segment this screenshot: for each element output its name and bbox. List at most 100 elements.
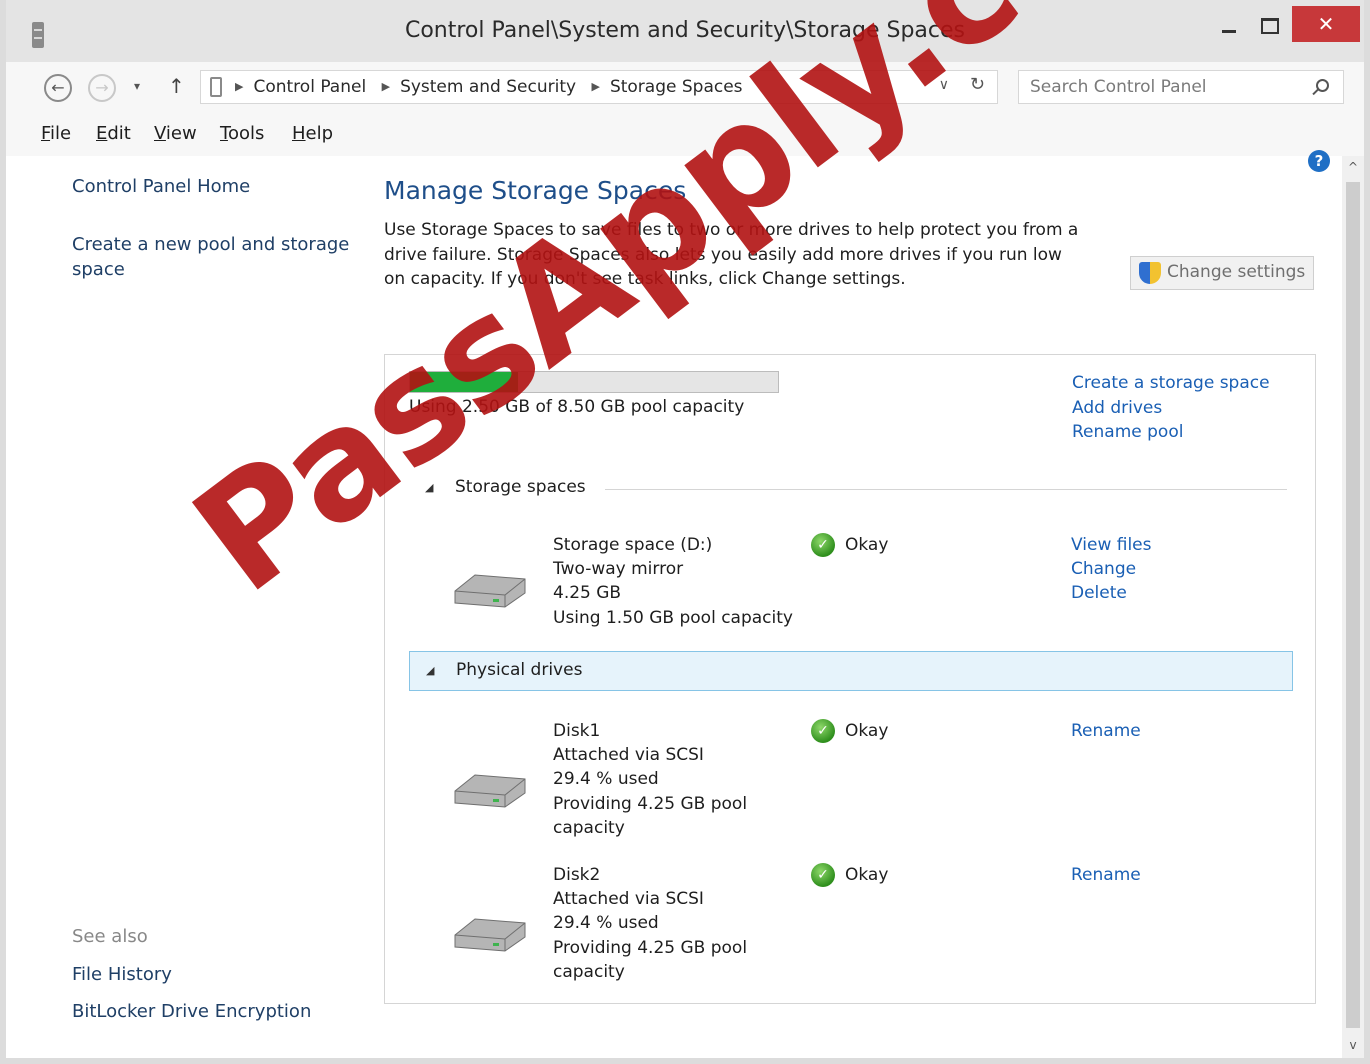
menu-edit[interactable]: Edit [96,123,131,144]
maximize-button[interactable] [1250,6,1284,42]
drive-providing-line1: Providing 4.25 GB pool [553,793,748,814]
hard-drive-icon [454,574,526,608]
rename-drive-link[interactable]: Rename [1071,719,1141,743]
close-button[interactable]: ✕ [1292,6,1360,42]
address-bar[interactable]: ▶ Control Panel ▶ System and Security ▶ Sto… [200,70,998,104]
section-divider [605,489,1287,490]
storage-space-name: Storage space (D:) [553,535,713,555]
menu-view[interactable]: View [154,123,197,144]
help-icon[interactable]: ? [1308,150,1330,172]
search-icon[interactable] [1316,79,1329,92]
menu-file-accel: F [41,123,51,144]
see-also-heading: See also [72,926,148,947]
menu-help-label: elp [305,123,334,144]
change-settings-label: Change settings [1167,262,1306,282]
menu-tools-label: ools [227,123,265,144]
menu-file[interactable]: File [41,123,71,144]
add-drives-link[interactable]: Add drives [1072,396,1270,421]
delete-link[interactable]: Delete [1071,581,1152,605]
physical-drive-row[interactable]: Disk1 Attached via SCSI 29.4 % used Prov… [385,717,1315,847]
drive-connection: Attached via SCSI [553,889,704,910]
checkmark-icon: ✓ [811,719,835,743]
menu-tools[interactable]: Tools [220,123,264,144]
hard-drive-icon [454,774,526,808]
address-dropdown-button[interactable]: ∨ [939,77,949,93]
scroll-up-button[interactable]: ^ [1342,156,1364,178]
storage-space-resiliency: Two-way mirror [553,559,684,580]
drive-used: 29.4 % used [553,913,659,934]
menu-file-label: ile [50,123,72,144]
create-storage-space-link[interactable]: Create a storage space [1072,371,1270,396]
rename-drive-link[interactable]: Rename [1071,863,1141,887]
view-files-link[interactable]: View files [1071,533,1152,557]
menu-view-accel: V [154,123,166,144]
sidebar-item-bitlocker[interactable]: BitLocker Drive Encryption [72,999,311,1024]
chevron-right-icon[interactable]: ▶ [591,80,599,93]
drive-providing-line2: capacity [553,961,625,982]
pool-capacity-fill [410,372,519,392]
status-label: Okay [845,865,889,885]
status-badge: ✓ Okay [811,533,888,557]
back-arrow-icon: ← [51,78,65,97]
menu-help[interactable]: Help [292,123,333,144]
storage-spaces-label: Storage spaces [455,477,586,497]
menu-help-accel: H [292,123,306,144]
sidebar-item-create-pool[interactable]: Create a new pool and storage space [72,232,349,282]
storage-space-row[interactable]: Storage space (D:) Two-way mirror 4.25 G… [385,531,1315,631]
checkmark-icon: ✓ [811,533,835,557]
sidebar-item-control-panel-home[interactable]: Control Panel Home [72,174,250,199]
sidebar-item-create-pool-line1: Create a new pool and storage [72,234,350,255]
pool-task-links: Create a storage space Add drives Rename… [1072,371,1270,445]
physical-drives-section-header[interactable]: ◢ Physical drives [409,651,1293,691]
sidebar-item-file-history[interactable]: File History [72,962,172,987]
change-link[interactable]: Change [1071,557,1152,581]
breadcrumb-storage-spaces[interactable]: Storage Spaces [610,77,743,97]
menu-view-label: iew [165,123,197,144]
menu-bar: File Edit View Tools Help [6,112,1364,156]
hard-drive-icon [454,918,526,952]
storage-space-links: View files Change Delete [1071,533,1152,606]
back-button[interactable]: ← [44,74,72,102]
storage-space-details: Storage space (D:) Two-way mirror 4.25 G… [553,533,793,630]
menu-tools-accel: T [220,123,228,144]
drive-providing-line2: capacity [553,817,625,838]
status-label: Okay [845,535,889,555]
drive-details: Disk1 Attached via SCSI 29.4 % used Prov… [553,719,747,840]
collapse-icon[interactable]: ◢ [426,664,434,677]
refresh-button[interactable]: ↻ [970,74,985,95]
page-description: Use Storage Spaces to save files to two … [384,220,1079,289]
collapse-icon[interactable]: ◢ [425,481,433,494]
minimize-button[interactable] [1212,6,1246,42]
status-label: Okay [845,721,889,741]
scroll-thumb[interactable] [1346,182,1360,1028]
page-title: Manage Storage Spaces [384,176,687,205]
pool-usage-text: Using 2.50 GB of 8.50 GB pool capacity [409,397,745,417]
rename-pool-link[interactable]: Rename pool [1072,420,1270,445]
physical-drives-label: Physical drives [456,660,583,680]
status-badge: ✓ Okay [811,719,888,743]
drive-name: Disk1 [553,721,601,741]
breadcrumb-system-and-security[interactable]: System and Security [400,77,576,97]
storage-spaces-section-header[interactable]: ◢ Storage spaces [409,469,1293,509]
breadcrumb: ▶ Control Panel ▶ System and Security ▶ Sto… [235,77,743,97]
title-bar[interactable]: Control Panel\System and Security\Storag… [6,0,1364,62]
storage-pool-panel: Using 2.50 GB of 8.50 GB pool capacity C… [384,354,1316,1004]
storage-space-usage: Using 1.50 GB pool capacity [553,607,793,628]
recent-locations-button[interactable]: ▾ [134,79,140,93]
checkmark-icon: ✓ [811,863,835,887]
forward-button[interactable]: → [88,74,116,102]
drive-name: Disk2 [553,865,601,885]
search-input[interactable]: Search Control Panel [1018,70,1344,104]
window-title: Control Panel\System and Security\Storag… [404,18,966,43]
vertical-scrollbar[interactable]: ^ v [1342,156,1364,1058]
chevron-right-icon[interactable]: ▶ [382,80,390,93]
drive-links: Rename [1071,719,1141,743]
sidebar-item-create-pool-line2: space [72,259,125,280]
physical-drive-row[interactable]: Disk2 Attached via SCSI 29.4 % used Prov… [385,861,1315,991]
navigation-bar: ← → ▾ ↑ ▶ Control Panel ▶ System and Secur… [6,62,1364,112]
up-button[interactable]: ↑ [168,74,185,98]
scroll-down-button[interactable]: v [1342,1034,1364,1056]
chevron-right-icon[interactable]: ▶ [235,80,243,93]
change-settings-button[interactable]: Change settings [1130,256,1314,290]
breadcrumb-control-panel[interactable]: Control Panel [253,77,366,97]
